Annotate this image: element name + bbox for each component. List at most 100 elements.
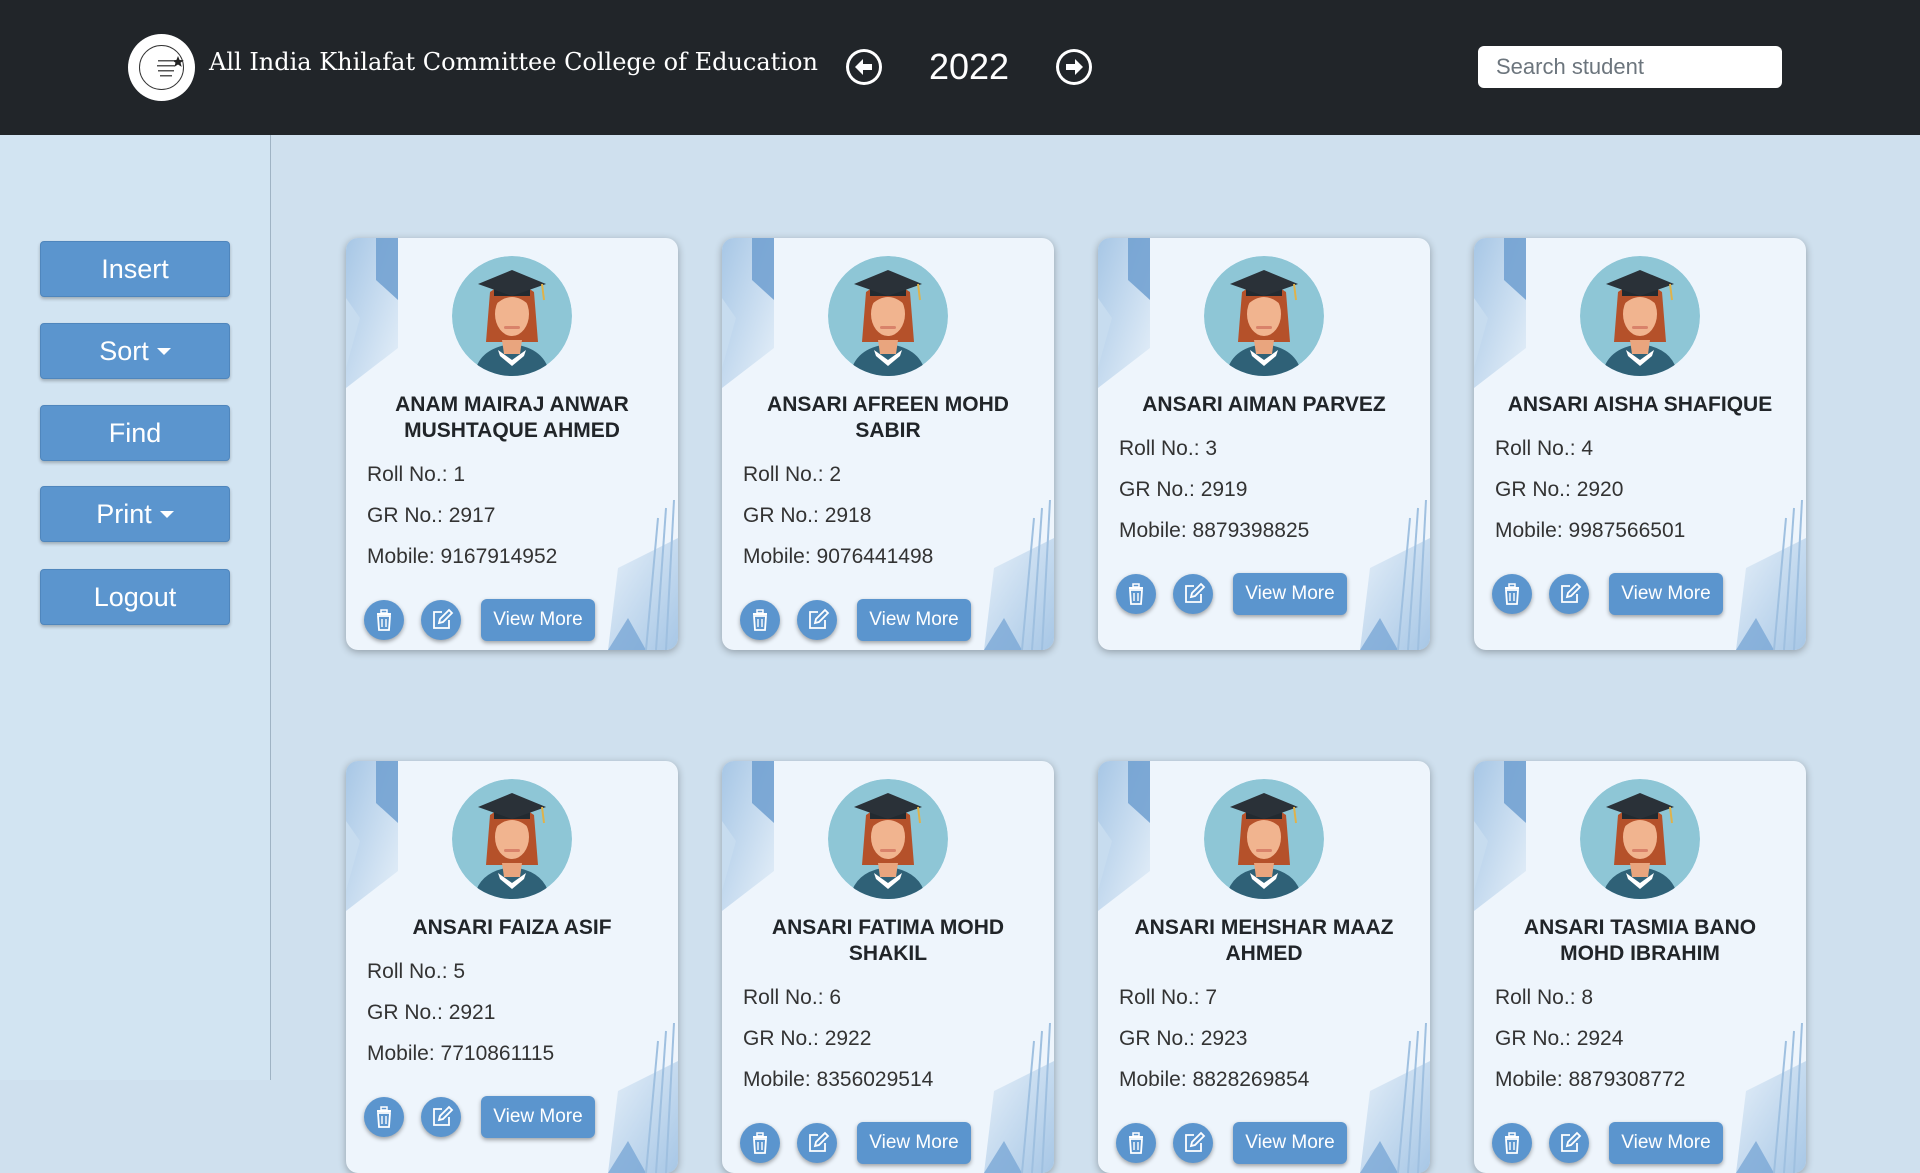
roll-value: 7: [1205, 986, 1218, 1009]
student-avatar: [828, 256, 948, 376]
gr-number: GR No.: 2920: [1495, 478, 1623, 502]
view-more-button[interactable]: View More: [857, 599, 971, 641]
mobile-value: 7710861115: [440, 1042, 555, 1065]
edit-icon: [433, 1105, 454, 1126]
student-name: ANSARI MEHSHAR MAAZ AHMED: [1134, 916, 1394, 965]
view-more-button[interactable]: View More: [1609, 1122, 1723, 1164]
view-more-button[interactable]: View More: [481, 599, 595, 641]
roll-value: 3: [1205, 437, 1218, 460]
sort-label: Sort: [99, 335, 149, 366]
gr-label: GR No.:: [743, 1027, 825, 1050]
search-input[interactable]: [1478, 46, 1782, 88]
edit-icon: [809, 608, 830, 629]
edit-button[interactable]: [797, 1123, 837, 1163]
edit-icon: [1185, 1131, 1206, 1152]
gr-value: 2919: [1200, 478, 1248, 501]
gr-number: GR No.: 2924: [1495, 1027, 1623, 1051]
arrow-left-circle-icon: [849, 52, 879, 82]
mobile-number: Mobile: 8356029514: [743, 1068, 933, 1092]
student-avatar: [452, 779, 572, 899]
delete-button[interactable]: [364, 1097, 404, 1137]
student-card: ANSARI MEHSHAR MAAZ AHMED Roll No.: 7 GR N…: [1098, 761, 1430, 1173]
edit-icon: [1561, 1131, 1582, 1152]
insert-button[interactable]: Insert: [40, 241, 230, 297]
roll-value: 8: [1581, 986, 1594, 1009]
edit-icon: [433, 608, 454, 629]
edit-button[interactable]: [1173, 574, 1213, 614]
sort-dropdown-button[interactable]: Sort: [40, 323, 230, 379]
roll-value: 4: [1581, 437, 1594, 460]
view-more-button[interactable]: View More: [857, 1122, 971, 1164]
mobile-number: Mobile: 9987566501: [1495, 519, 1685, 543]
mobile-number: Mobile: 8879308772: [1495, 1068, 1685, 1092]
graduate-avatar-icon: [1580, 256, 1700, 376]
prev-year-button[interactable]: [846, 49, 882, 85]
student-card: ANSARI AISHA SHAFIQUE Roll No.: 4 GR No.: …: [1474, 238, 1806, 650]
view-more-button[interactable]: View More: [1609, 573, 1723, 615]
print-dropdown-button[interactable]: Print: [40, 486, 230, 542]
student-avatar: [1204, 779, 1324, 899]
roll-value: 1: [453, 463, 466, 486]
delete-button[interactable]: [1492, 1123, 1532, 1163]
caret-down-icon: [159, 510, 174, 518]
trash-icon: [1505, 583, 1519, 605]
trash-icon: [753, 1132, 767, 1154]
edit-button[interactable]: [421, 600, 461, 640]
roll-label: Roll No.:: [1119, 986, 1206, 1009]
find-label: Find: [108, 417, 162, 448]
student-card: ANSARI FATIMA MOHD SHAKIL Roll No.: 6 GR N…: [722, 761, 1054, 1173]
student-card: ANSARI FAIZA ASIF Roll No.: 5 GR No.: 2921…: [346, 761, 678, 1173]
view-more-button[interactable]: View More: [1233, 573, 1347, 615]
gr-value: 2917: [448, 504, 496, 527]
trash-icon: [1129, 583, 1143, 605]
roll-number: Roll No.: 5: [367, 960, 465, 984]
mobile-label: Mobile:: [743, 545, 817, 568]
student-card: ANAM MAIRAJ ANWAR MUSHTAQUE AHMED Roll No…: [346, 238, 678, 650]
print-label: Print: [96, 498, 152, 529]
student-card: ANSARI AIMAN PARVEZ Roll No.: 3 GR No.: 29…: [1098, 238, 1430, 650]
logout-button[interactable]: Logout: [40, 569, 230, 625]
mobile-number: Mobile: 7710861115: [367, 1042, 554, 1066]
view-more-button[interactable]: View More: [1233, 1122, 1347, 1164]
next-year-button[interactable]: [1056, 49, 1092, 85]
gr-label: GR No.:: [367, 1001, 449, 1024]
student-card: ANSARI TASMIA BANO MOHD IBRAHIM Roll No.:…: [1474, 761, 1806, 1173]
student-avatar: [1204, 256, 1324, 376]
view-more-button[interactable]: View More: [481, 1096, 595, 1138]
edit-button[interactable]: [1173, 1123, 1213, 1163]
edit-button[interactable]: [1549, 574, 1589, 614]
delete-button[interactable]: [740, 1123, 780, 1163]
mobile-number: Mobile: 8828269854: [1119, 1068, 1309, 1092]
gr-number: GR No.: 2919: [1119, 478, 1247, 502]
roll-number: Roll No.: 8: [1495, 986, 1593, 1010]
graduate-avatar-icon: [1204, 779, 1324, 899]
graduate-avatar-icon: [1580, 779, 1700, 899]
find-button[interactable]: Find: [40, 405, 230, 461]
mobile-value: 9987566501: [1568, 519, 1686, 542]
edit-button[interactable]: [421, 1097, 461, 1137]
roll-value: 6: [829, 986, 842, 1009]
roll-label: Roll No.:: [1495, 437, 1582, 460]
top-navbar: All India Khilafat Committee College of …: [0, 0, 1920, 135]
delete-button[interactable]: [364, 600, 404, 640]
edit-button[interactable]: [797, 600, 837, 640]
student-card: ANSARI AFREEN MOHD SABIR Roll No.: 2 GR No…: [722, 238, 1054, 650]
roll-label: Roll No.:: [1119, 437, 1206, 460]
edit-button[interactable]: [1549, 1123, 1589, 1163]
gr-number: GR No.: 2918: [743, 504, 871, 528]
student-avatar: [1580, 779, 1700, 899]
student-name: ANSARI TASMIA BANO MOHD IBRAHIM: [1523, 916, 1757, 965]
roll-label: Roll No.:: [367, 960, 454, 983]
student-name: ANSARI FAIZA ASIF: [412, 916, 612, 939]
mobile-value: 9167914952: [440, 545, 558, 568]
gr-number: GR No.: 2921: [367, 1001, 495, 1025]
delete-button[interactable]: [1492, 574, 1532, 614]
roll-number: Roll No.: 1: [367, 463, 465, 487]
gr-value: 2918: [824, 504, 872, 527]
delete-button[interactable]: [1116, 574, 1156, 614]
delete-button[interactable]: [740, 600, 780, 640]
gr-number: GR No.: 2922: [743, 1027, 871, 1051]
trash-icon: [1505, 1132, 1519, 1154]
mobile-label: Mobile:: [1119, 519, 1193, 542]
delete-button[interactable]: [1116, 1123, 1156, 1163]
